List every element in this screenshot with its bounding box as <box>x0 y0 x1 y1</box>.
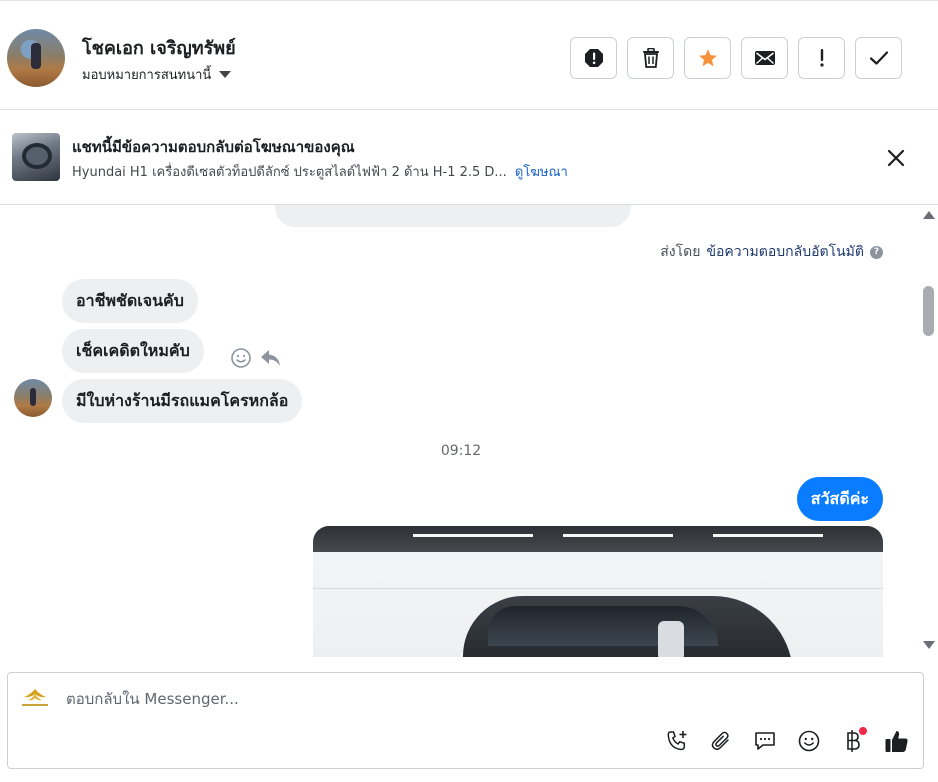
scrollbar-thumb[interactable] <box>923 286 934 336</box>
phone-plus-icon <box>667 731 687 751</box>
composer-toolbar <box>663 727 911 755</box>
follow-up-button[interactable] <box>798 37 845 79</box>
smiley-icon <box>798 730 820 752</box>
spam-button[interactable] <box>570 37 617 79</box>
ad-thumbnail[interactable] <box>12 133 60 181</box>
previous-message-bubble <box>275 205 631 227</box>
incoming-message[interactable]: เช็คเคดิตใหมคับ <box>62 329 204 373</box>
paperclip-icon <box>711 731 729 751</box>
ad-description-text: Hyundai H1 เครื่องดีเซลตัวท็อปดีลักซ์ ปร… <box>72 165 507 180</box>
message-thread[interactable]: ส่งโดย ข้อความตอบกลับอัตโนมัติ ? อาชีพชั… <box>0 205 938 657</box>
caret-down-icon <box>219 71 232 78</box>
checkmark-icon <box>869 51 888 65</box>
ad-reply-banner: แชทนี้มีข้อความตอบกลับต่อโฆษณาของคุณ Hyu… <box>0 110 938 205</box>
exclamation-icon <box>819 49 824 67</box>
mark-unread-button[interactable] <box>741 37 788 79</box>
thumbs-up-icon <box>885 731 908 752</box>
saved-replies-button[interactable] <box>751 727 779 755</box>
like-button[interactable] <box>883 727 911 755</box>
help-icon[interactable]: ? <box>870 245 883 259</box>
payment-button[interactable] <box>839 727 867 755</box>
contact-avatar[interactable] <box>7 29 65 87</box>
done-button[interactable] <box>855 37 902 79</box>
timestamp-separator: 09:12 <box>440 443 482 459</box>
attach-button[interactable] <box>707 727 735 755</box>
scrollbar[interactable] <box>920 205 938 657</box>
contact-avatar-small[interactable] <box>14 379 52 417</box>
scroll-up-arrow-icon[interactable] <box>923 211 935 219</box>
stop-exclamation-icon <box>584 49 603 67</box>
ad-banner-title: แชทนี้มีข้อความตอบกลับต่อโฆษณาของคุณ <box>72 138 355 156</box>
trash-icon <box>642 48 659 68</box>
chat-bubble-icon <box>755 732 775 750</box>
assign-label: มอบหมายการสนทนานี้ <box>82 68 212 83</box>
reply-arrow-icon[interactable] <box>260 348 282 368</box>
scroll-down-arrow-icon[interactable] <box>923 641 935 649</box>
envelope-icon <box>754 51 775 65</box>
incoming-message[interactable]: มีใบห่างร้านมีรถแมคโครหกล้อ <box>62 379 303 423</box>
message-composer <box>7 672 924 769</box>
page-logo-icon <box>18 685 52 711</box>
star-icon <box>698 49 717 67</box>
sent-by-note: ส่งโดย ข้อความตอบกลับอัตโนมัติ ? <box>660 241 883 263</box>
message-input[interactable] <box>66 686 666 712</box>
close-icon[interactable] <box>884 146 908 170</box>
ad-banner-description: Hyundai H1 เครื่องดีเซลตัวท็อปดีลักซ์ ปร… <box>72 161 568 182</box>
message-reactions <box>230 347 282 369</box>
react-smiley-icon[interactable] <box>230 347 252 369</box>
assign-conversation-dropdown[interactable]: มอบหมายการสนทนานี้ <box>82 64 232 85</box>
view-ad-link[interactable]: ดูโฆษณา <box>515 165 568 180</box>
notification-dot <box>859 727 867 735</box>
call-button[interactable] <box>663 727 691 755</box>
outgoing-message[interactable]: สวัสดีค่ะ <box>796 477 883 521</box>
conversation-actions <box>570 37 902 79</box>
conversation-header: โชคเอก เจริญทรัพย์ มอบหมายการสนทนานี้ <box>0 0 938 110</box>
star-button[interactable] <box>684 37 731 79</box>
car-photo-attachment[interactable] <box>313 526 883 657</box>
incoming-message[interactable]: อาชีพชัดเจนคับ <box>62 279 198 323</box>
auto-reply-link[interactable]: ข้อความตอบกลับอัตโนมัติ <box>706 241 864 263</box>
emoji-button[interactable] <box>795 727 823 755</box>
delete-button[interactable] <box>627 37 674 79</box>
sent-by-prefix: ส่งโดย <box>660 244 701 260</box>
contact-name[interactable]: โชคเอก เจริญทรัพย์ <box>82 33 236 62</box>
